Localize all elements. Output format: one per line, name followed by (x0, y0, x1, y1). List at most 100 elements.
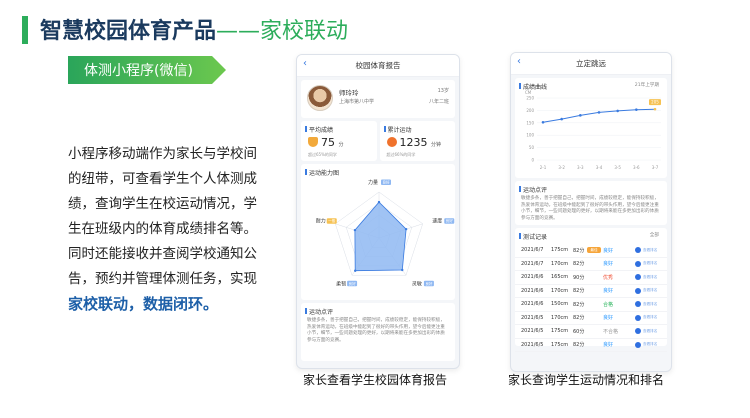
view-rank-link[interactable]: 查看排名 (643, 315, 657, 320)
record-date: 2021/6/5 (521, 328, 544, 335)
record-date: 2021/6/6 (521, 301, 544, 308)
phone2-title: 立定跳远 (576, 59, 606, 68)
chart-x-tick: 3-4 (596, 165, 603, 170)
phone1-title: 校园体育报告 (355, 61, 401, 70)
record-points: 82分 (573, 301, 585, 308)
comment2-label: 运动点评 (515, 181, 667, 194)
view-rank-link[interactable]: 查看排名 (643, 329, 657, 334)
chart-y-tick: 0 (531, 158, 534, 163)
rank-icon[interactable] (635, 274, 641, 281)
chart-x-tick: 3-6 (633, 165, 640, 170)
title-accent-bar (22, 16, 28, 44)
record-distance: 175cm (551, 328, 569, 335)
radar-axis-label: 耐力 (316, 218, 326, 225)
radar-value-area (354, 201, 407, 272)
trophy-icon (308, 137, 318, 147)
total-exercise-card[interactable]: 累计运动 1235 分钟 超过66%的同学 (379, 121, 455, 161)
phone2-header: ‹ 立定跳远 (511, 53, 671, 75)
record-row[interactable]: 2021/6/7 175cm 82分 最佳 良好 查看排名 (515, 244, 667, 258)
view-rank-link[interactable]: 查看排名 (643, 288, 657, 293)
chart-point (616, 109, 619, 113)
record-best-badge: 最佳 (587, 247, 601, 254)
chart-unit-label: CM (525, 90, 532, 95)
radar-axis-label: 力量 (368, 179, 378, 186)
average-score-foot: 超过65%的同学 (308, 152, 337, 157)
chart-point (560, 117, 563, 121)
student-profile-card[interactable]: 师玲玲 上海市第八中学 13岁 八年二班 (301, 80, 455, 118)
view-rank-link[interactable]: 查看排名 (643, 248, 657, 253)
radar-point (377, 200, 381, 204)
view-rank-link[interactable]: 查看排名 (643, 342, 657, 347)
comment-label: 运动点评 (301, 303, 455, 316)
view-rank-link[interactable]: 查看排名 (643, 261, 657, 266)
view-rank-link[interactable]: 查看排名 (643, 302, 657, 307)
radar-level-text: 良好 (446, 218, 454, 223)
radar-point (354, 269, 357, 272)
rank-icon[interactable] (635, 247, 641, 254)
record-level: 良好 (603, 342, 614, 349)
radar-point (353, 228, 357, 232)
record-level: 良好 (603, 247, 614, 254)
avatar (307, 85, 333, 111)
radar-axis-label: 柔韧 (336, 280, 346, 287)
radar-level-text: 良好 (348, 281, 356, 286)
record-row[interactable]: 2021/6/6 150cm 82分 合格 查看排名 (515, 298, 667, 312)
phone-jump-screen: ‹ 立定跳远 成绩曲线 21年上学期 CM 0 50 100 150 200 250 2-1 3… (510, 52, 672, 372)
record-points: 82分 (573, 288, 585, 295)
radar-point (404, 227, 408, 231)
record-best-badge (587, 274, 601, 280)
record-distance: 170cm (551, 287, 569, 294)
chart-x-tick: 3-2 (558, 165, 565, 170)
average-score-value: 75 分 (321, 136, 344, 149)
comment-text: 敏捷多条，善于把握自己，把握时间，成绩较稳定，能保持较积极，热爱体育运动，在班级… (307, 318, 445, 343)
record-best-badge (587, 288, 601, 294)
record-level: 良好 (603, 261, 614, 268)
record-points: 82分 (573, 315, 585, 322)
total-exercise-value: 1235 分钟 (399, 136, 442, 149)
record-best-badge (587, 315, 601, 321)
description-text: 小程序移动端作为家长与学校间的纽带，可查看学生个人体测成绩，查询学生在校运动情况… (68, 142, 258, 318)
rank-icon[interactable] (635, 328, 641, 335)
record-level: 合格 (603, 301, 614, 308)
mini-program-ribbon: 体测小程序(微信) (68, 56, 226, 84)
chart-y-tick: 50 (529, 145, 535, 150)
record-row[interactable]: 2021/6/7 170cm 82分 良好 查看排名 (515, 258, 667, 271)
rank-icon[interactable] (635, 287, 641, 294)
record-date: 2021/6/5 (521, 314, 544, 321)
student-name: 师玲玲 (339, 89, 359, 97)
chart-x-tick: 3-3 (577, 165, 584, 170)
record-row[interactable]: 2021/6/5 175cm 60分 不合格 查看排名 (515, 325, 667, 339)
record-row[interactable]: 2021/6/6 170cm 82分 良好 查看排名 (515, 285, 667, 298)
records-filter[interactable]: 全部 (650, 232, 659, 238)
record-date: 2021/6/7 (521, 260, 544, 267)
description-highlight: 家校联动，数据闭环。 (68, 295, 219, 313)
stats-row: 平均成绩 75 分 超过65%的同学 累计运动 1235 分钟 超过66%的同学 (301, 121, 455, 161)
page-title-accent: ——家校联动 (216, 19, 349, 44)
comment-card-2: 运动点评 敏捷多条，善于把握自己，把握时间，成绩较稳定，能保持较积极，热爱体育运… (515, 181, 667, 225)
record-points: 60分 (573, 328, 585, 335)
rank-icon[interactable] (635, 260, 641, 267)
chart-point (635, 108, 638, 111)
record-date: 2021/6/5 (521, 341, 544, 348)
description-body: 小程序移动端作为家长与学校间的纽带，可查看学生个人体测成绩，查询学生在校运动情况… (68, 146, 257, 287)
phone-report-screen: ‹ 校园体育报告 师玲玲 上海市第八中学 13岁 八年二班 平均成绩 75 分 … (296, 54, 460, 369)
record-distance: 175cm (551, 247, 569, 254)
record-points: 82分 (573, 261, 585, 268)
record-row[interactable]: 2021/6/6 165cm 90分 优秀 查看排名 (515, 271, 667, 285)
total-exercise-foot: 超过66%的同学 (386, 152, 416, 157)
record-best-badge (587, 328, 601, 334)
record-row[interactable]: 2021/6/5 170cm 82分 良好 查看排名 (515, 312, 667, 325)
record-row[interactable]: 2021/6/5 175cm 82分 良好 查看排名 (515, 339, 667, 352)
rank-icon[interactable] (635, 301, 641, 308)
chart-point (579, 114, 582, 117)
view-rank-link[interactable]: 查看排名 (643, 275, 657, 280)
phone1-header: ‹ 校园体育报告 (297, 55, 459, 77)
rank-icon[interactable] (635, 314, 641, 321)
comment2-text: 敏捷多条，善于把握自己，把握时间，成绩较稳定，能保持较积极，热爱体育运动，在班级… (521, 196, 659, 221)
page-title-main: 智慧校园体育产品 (40, 19, 217, 44)
record-level: 不合格 (603, 328, 619, 335)
rank-icon[interactable] (635, 341, 641, 348)
average-score-card[interactable]: 平均成绩 75 分 超过65%的同学 (301, 121, 377, 161)
record-distance: 170cm (551, 260, 569, 267)
ability-radar-card: 运动能力图 力量 良好 速度 良好 灵敏 良好 柔韧 良好 耐力 一般 (301, 164, 455, 300)
